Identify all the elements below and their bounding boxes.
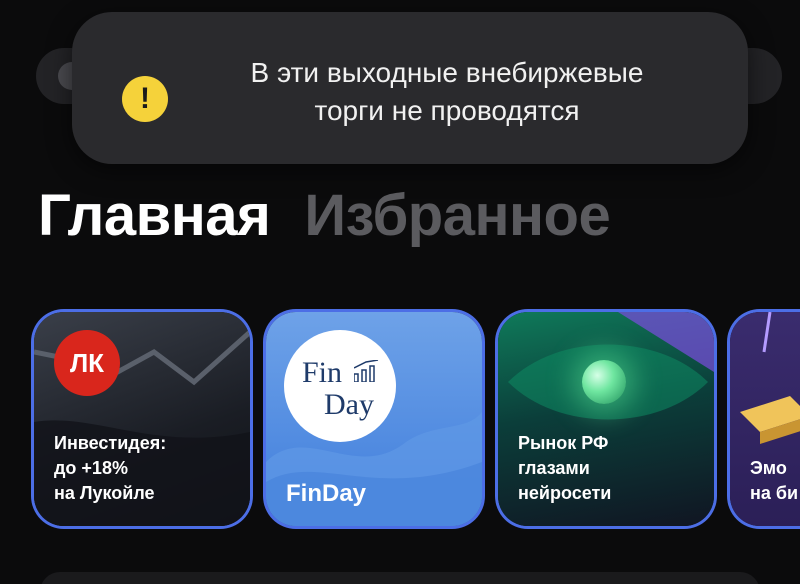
finday-logo-word-1: Fin	[302, 356, 343, 389]
warning-icon: !	[122, 76, 168, 122]
story-card-emotions[interactable]: Эмо на би	[730, 312, 800, 526]
tab-bar: Главная Избранное	[38, 182, 611, 249]
finday-logo: Fin Day	[284, 330, 396, 442]
story-caption-line: на Лукойле	[54, 483, 155, 503]
toast-message-line-2: торги не проводятся	[314, 95, 580, 126]
story-caption-line: глазами	[518, 458, 590, 478]
lukoil-logo: ЛК	[54, 330, 120, 396]
bottom-card[interactable]	[40, 572, 760, 584]
warning-glyph: !	[140, 82, 150, 115]
finday-logo-word-2: Day	[324, 388, 374, 421]
story-card-ai-market[interactable]: Рынок РФ глазами нейросети	[498, 312, 714, 526]
story-caption-line: Эмо	[750, 458, 787, 478]
story-caption-line: Инвестидея:	[54, 433, 167, 453]
glowing-orb-icon	[582, 360, 626, 404]
story-card-lukoil[interactable]: ЛК Инвестидея: до +18% на Лукойле	[34, 312, 250, 526]
toast-message-line-1: В эти выходные внебиржевые	[250, 57, 644, 88]
story-caption: Эмо на би	[750, 456, 798, 506]
bar-chart-icon	[354, 360, 379, 382]
toast-message: В эти выходные внебиржевые торги не пров…	[192, 54, 702, 130]
tab-favorites[interactable]: Избранное	[304, 182, 610, 249]
story-caption: Рынок РФ глазами нейросети	[518, 431, 611, 506]
toast-notification: ! В эти выходные внебиржевые торги не пр…	[72, 12, 748, 164]
tab-main[interactable]: Главная	[38, 182, 271, 249]
story-caption-line: на би	[750, 483, 799, 503]
lukoil-logo-text: ЛК	[69, 347, 105, 378]
story-caption: FinDay	[286, 481, 366, 506]
story-caption-line: нейросети	[518, 483, 612, 503]
app-screen: ! В эти выходные внебиржевые торги не пр…	[0, 0, 800, 584]
story-card-finday[interactable]: Fin Day FinDay	[266, 312, 482, 526]
story-caption-line: FinDay	[286, 480, 367, 507]
story-caption: Инвестидея: до +18% на Лукойле	[54, 431, 166, 506]
story-caption-line: Рынок РФ	[518, 433, 609, 453]
story-caption-line: до +18%	[54, 458, 128, 478]
